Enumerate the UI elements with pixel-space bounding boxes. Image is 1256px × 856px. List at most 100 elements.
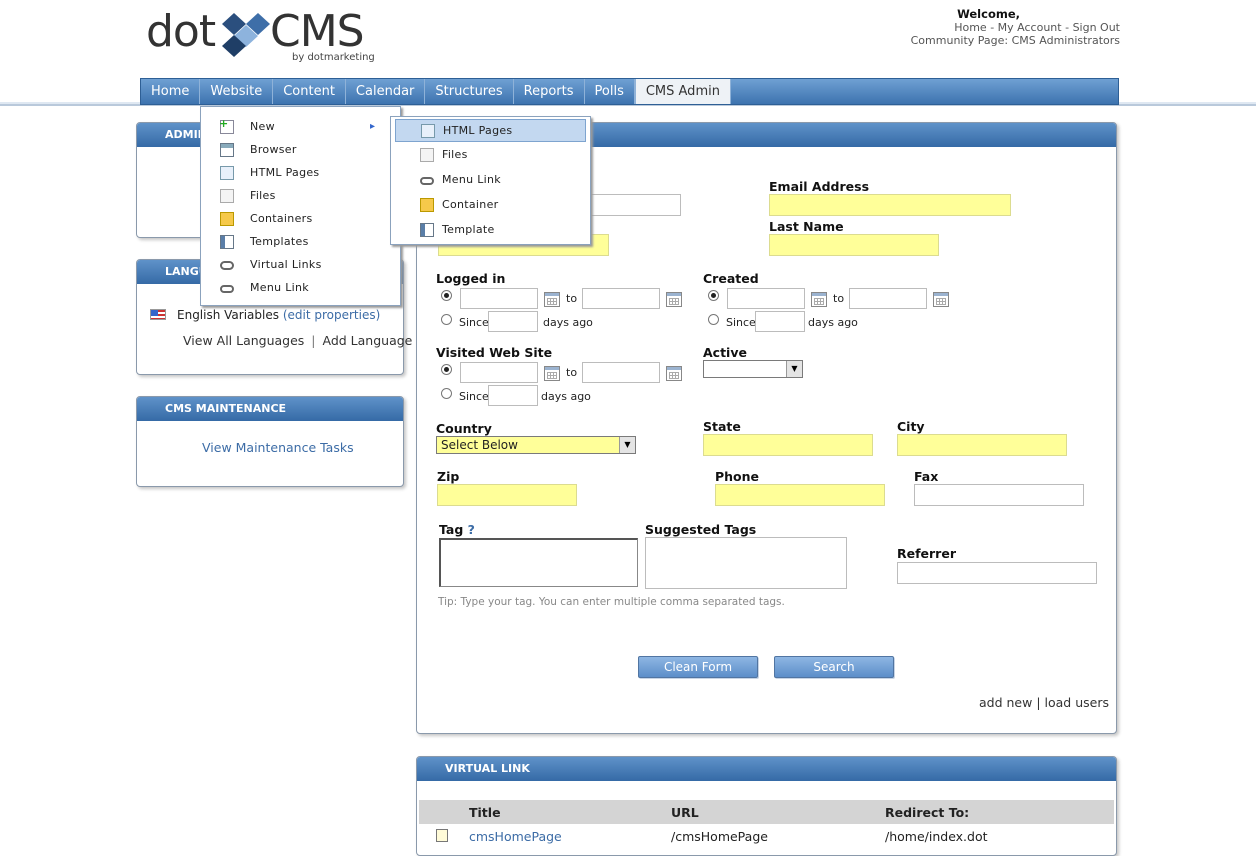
since-label: Since — [459, 390, 489, 403]
visited-from-input[interactable] — [460, 362, 538, 383]
table-row-title[interactable]: cmsHomePage — [469, 829, 562, 844]
submenu-item-files[interactable]: Files — [391, 145, 590, 165]
tab-content[interactable]: Content — [273, 79, 346, 104]
table-row-url: /cmsHomePage — [671, 829, 768, 844]
column-title[interactable]: Title — [469, 805, 501, 820]
state-input[interactable] — [703, 434, 873, 456]
menu-item-label: Menu Link — [250, 281, 309, 294]
main-nav: Home Website Content Calendar Structures… — [140, 78, 1119, 105]
calendar-icon[interactable] — [666, 366, 682, 381]
tab-structures[interactable]: Structures — [425, 79, 514, 104]
link-separator: | — [311, 333, 316, 348]
table-header — [419, 800, 1114, 824]
home-link[interactable]: Home — [954, 21, 986, 34]
tab-polls[interactable]: Polls — [585, 79, 635, 104]
menu-item-virtual-links[interactable]: Virtual Links — [201, 255, 400, 275]
zip-input[interactable] — [437, 484, 577, 506]
tag-textarea[interactable] — [439, 538, 638, 587]
menu-item-html-pages[interactable]: HTML Pages — [201, 163, 400, 183]
menu-item-files[interactable]: Files — [201, 186, 400, 206]
submenu-item-template[interactable]: Template — [391, 220, 590, 240]
menu-item-templates[interactable]: Templates — [201, 232, 400, 252]
submenu-item-menu-link[interactable]: Menu Link — [391, 170, 590, 190]
logged-in-since-radio[interactable] — [441, 314, 452, 325]
created-days-input[interactable] — [755, 311, 805, 332]
table-row-redirect: /home/index.dot — [885, 829, 988, 844]
logo-diamond-icon — [222, 13, 270, 57]
created-from-input[interactable] — [727, 288, 805, 309]
menu-item-containers[interactable]: Containers — [201, 209, 400, 229]
view-all-languages-link[interactable]: View All Languages — [183, 333, 304, 348]
website-menu: + New ▸ Browser HTML Pages Files Contain… — [200, 106, 401, 306]
logged-in-to-input[interactable] — [582, 288, 660, 309]
since-label: Since — [726, 316, 756, 329]
visited-since-radio[interactable] — [441, 388, 452, 399]
active-select[interactable]: ▼ — [703, 360, 803, 378]
active-label: Active — [703, 345, 747, 360]
logged-in-range-radio[interactable] — [441, 290, 452, 301]
calendar-icon[interactable] — [544, 366, 560, 381]
logged-in-days-input[interactable] — [488, 311, 538, 332]
calendar-icon[interactable] — [811, 292, 827, 307]
welcome-box: Welcome, Home - My Account - Sign Out Co… — [880, 7, 1120, 48]
menu-item-menu-link[interactable]: Menu Link — [201, 278, 400, 298]
file-icon — [420, 148, 434, 162]
search-button[interactable]: Search — [774, 656, 894, 678]
menu-item-label: Container — [442, 198, 499, 211]
submenu-item-container[interactable]: Container — [391, 195, 590, 215]
logged-in-label: Logged in — [436, 271, 506, 286]
logo-text-cms: CMS — [270, 6, 365, 57]
city-input[interactable] — [897, 434, 1067, 456]
view-maintenance-tasks-link[interactable]: View Maintenance Tasks — [202, 440, 354, 455]
visited-days-input[interactable] — [488, 385, 538, 406]
created-range-radio[interactable] — [708, 290, 719, 301]
column-redirect[interactable]: Redirect To: — [885, 805, 969, 820]
sign-out-link[interactable]: Sign Out — [1073, 21, 1120, 34]
tag-help-link[interactable]: ? — [468, 522, 475, 537]
my-account-link[interactable]: My Account — [998, 21, 1062, 34]
phone-input[interactable] — [715, 484, 885, 506]
last-name-input[interactable] — [769, 234, 939, 256]
menu-item-label: Browser — [250, 143, 297, 156]
logged-in-from-input[interactable] — [460, 288, 538, 309]
created-since-radio[interactable] — [708, 314, 719, 325]
fax-input[interactable] — [914, 484, 1084, 506]
maintenance-panel: CMS MAINTENANCE View Maintenance Tasks — [136, 396, 404, 487]
tab-reports[interactable]: Reports — [514, 79, 585, 104]
add-new-link[interactable]: add new — [979, 695, 1032, 710]
tab-home[interactable]: Home — [141, 79, 201, 104]
community-page[interactable]: Community Page: CMS Administrators — [880, 34, 1120, 47]
edit-properties-link[interactable]: (edit properties) — [283, 308, 380, 322]
dotcms-logo[interactable]: dot CMS by dotmarketing — [146, 6, 386, 68]
last-name-label: Last Name — [769, 219, 844, 234]
submenu-item-html-pages[interactable]: HTML Pages — [395, 119, 586, 142]
calendar-icon[interactable] — [544, 292, 560, 307]
clean-form-button[interactable]: Clean Form — [638, 656, 758, 678]
calendar-icon[interactable] — [933, 292, 949, 307]
created-to-input[interactable] — [849, 288, 927, 309]
link-separator: - — [986, 21, 998, 34]
submenu-arrow-icon: ▸ — [370, 121, 376, 132]
menu-item-new[interactable]: + New ▸ — [201, 117, 400, 137]
user-actions: add new | load users — [979, 695, 1109, 710]
edit-icon[interactable] — [436, 829, 448, 842]
to-label: to — [566, 366, 578, 379]
email-input[interactable] — [769, 194, 1011, 216]
welcome-text: Welcome, — [957, 7, 1020, 21]
calendar-icon[interactable] — [666, 292, 682, 307]
load-users-link[interactable]: load users — [1045, 695, 1109, 710]
referrer-input[interactable] — [897, 562, 1097, 584]
country-select[interactable]: Select Below ▼ — [436, 436, 636, 454]
tab-website[interactable]: Website — [200, 79, 274, 104]
tab-cms-admin[interactable]: CMS Admin — [634, 79, 731, 104]
visited-to-input[interactable] — [582, 362, 660, 383]
add-language-link[interactable]: Add Language — [323, 333, 413, 348]
first-name-input[interactable] — [589, 194, 681, 216]
language-row: English Variables (edit properties) — [177, 308, 380, 322]
visited-range-radio[interactable] — [441, 364, 452, 375]
visited-label: Visited Web Site — [436, 345, 553, 360]
days-ago-label: days ago — [541, 390, 591, 403]
menu-item-browser[interactable]: Browser — [201, 140, 400, 160]
tab-calendar[interactable]: Calendar — [346, 79, 426, 104]
column-url[interactable]: URL — [671, 805, 699, 820]
